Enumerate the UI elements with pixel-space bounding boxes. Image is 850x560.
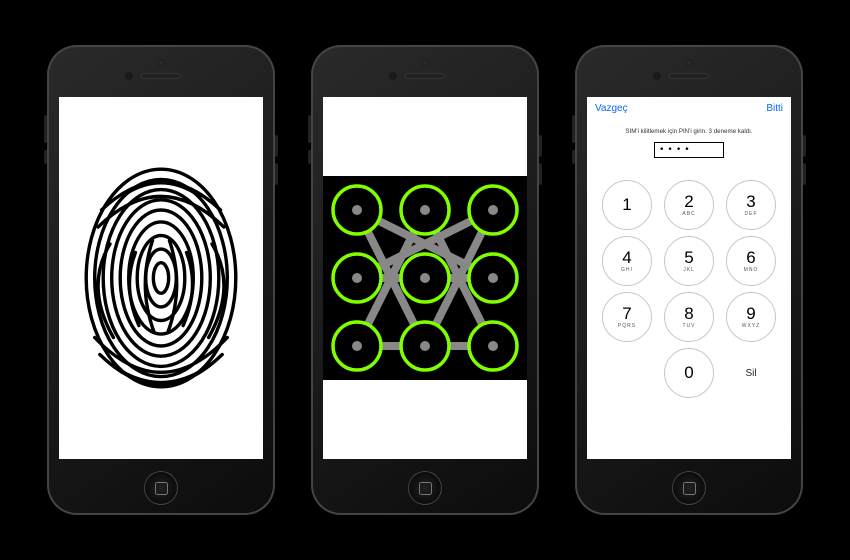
- volume-down-button[interactable]: [275, 163, 278, 185]
- key-6[interactable]: 6MNO: [726, 236, 776, 286]
- volume-down-button[interactable]: [803, 163, 806, 185]
- front-camera: [686, 59, 693, 66]
- mute-switch[interactable]: [572, 150, 575, 164]
- screen: [59, 97, 263, 459]
- pin-header: Vazgeç Bitti: [587, 97, 791, 120]
- power-button[interactable]: [308, 115, 311, 143]
- phone-pin: Vazgeç Bitti SIM'i kilitlemek için PIN'i…: [575, 45, 803, 515]
- volume-down-button[interactable]: [539, 163, 542, 185]
- cancel-button[interactable]: Vazgeç: [595, 103, 628, 114]
- delete-button[interactable]: Sil: [726, 348, 776, 398]
- home-button[interactable]: [672, 471, 706, 505]
- key-1[interactable]: 1: [602, 180, 652, 230]
- phone-fingerprint: [47, 45, 275, 515]
- volume-up-button[interactable]: [803, 135, 806, 157]
- power-button[interactable]: [44, 115, 47, 143]
- mute-switch[interactable]: [44, 150, 47, 164]
- mute-switch[interactable]: [308, 150, 311, 164]
- pin-input[interactable]: ••••: [654, 142, 724, 158]
- proximity-sensor: [653, 72, 661, 80]
- key-5[interactable]: 5JKL: [664, 236, 714, 286]
- home-button[interactable]: [144, 471, 178, 505]
- front-camera: [422, 59, 429, 66]
- keypad: 1 2ABC 3DEF 4GHI 5JKL 6MNO 7PQRS 8TUV 9W…: [587, 180, 791, 398]
- fingerprint-icon[interactable]: [59, 97, 263, 459]
- volume-up-button[interactable]: [539, 135, 542, 157]
- key-9[interactable]: 9WXYZ: [726, 292, 776, 342]
- key-8[interactable]: 8TUV: [664, 292, 714, 342]
- key-2[interactable]: 2ABC: [664, 180, 714, 230]
- volume-up-button[interactable]: [275, 135, 278, 157]
- proximity-sensor: [125, 72, 133, 80]
- front-camera: [158, 59, 165, 66]
- speaker: [405, 73, 445, 79]
- done-button[interactable]: Bitti: [766, 103, 783, 114]
- key-7[interactable]: 7PQRS: [602, 292, 652, 342]
- screen: Vazgeç Bitti SIM'i kilitlemek için PIN'i…: [587, 97, 791, 459]
- pin-message: SIM'i kilitlemek için PIN'i girin. 3 den…: [587, 128, 791, 136]
- phone-pattern: [311, 45, 539, 515]
- speaker: [141, 73, 181, 79]
- screen: [323, 97, 527, 459]
- pattern-lock[interactable]: [323, 176, 527, 380]
- home-button[interactable]: [408, 471, 442, 505]
- speaker: [669, 73, 709, 79]
- key-0[interactable]: 0: [664, 348, 714, 398]
- key-3[interactable]: 3DEF: [726, 180, 776, 230]
- key-4[interactable]: 4GHI: [602, 236, 652, 286]
- power-button[interactable]: [572, 115, 575, 143]
- proximity-sensor: [389, 72, 397, 80]
